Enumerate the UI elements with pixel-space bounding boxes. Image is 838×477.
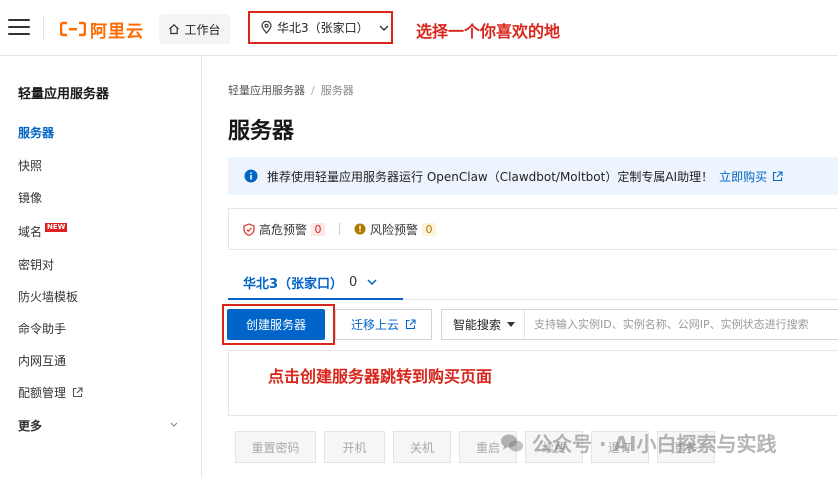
alert-summary: 高危预警 0 风险预警 0 [228,208,838,250]
divider [43,16,44,40]
buy-now-label: 立即购买 [719,169,768,184]
warning-icon [354,223,366,235]
breadcrumb: 轻量应用服务器 / 服务器 [228,82,354,98]
high-risk-alert-count: 0 [311,222,326,236]
migrate-label: 迁移上云 [350,318,399,332]
sidebar-title: 轻量应用服务器 [18,87,110,102]
sidebar-item-label: 服务器 [18,126,55,140]
chevron-down-icon [170,422,178,427]
sidebar-item-servers[interactable]: 服务器 [18,124,54,141]
home-icon [169,23,180,35]
sidebar-item-quota[interactable]: 配额管理 [18,384,83,401]
external-link-icon [405,319,416,330]
annotation-create-server: 点击创建服务器跳转到购买页面 [268,367,493,386]
create-server-button[interactable]: 创建服务器 [227,309,325,340]
chevron-down-icon [379,25,389,31]
start-button[interactable]: 开机 [324,431,385,463]
watermark: 公众号 · AI小白探索与实践 [500,428,776,457]
region-label: 华北3（张家口） [277,21,369,35]
wechat-icon [501,434,523,451]
external-link-icon [72,387,83,398]
search-type-select[interactable]: 智能搜索 [442,310,526,339]
aliyun-logo-icon [60,21,86,37]
sidebar-item-label: 镜像 [18,191,43,205]
sidebar-item-label: 更多 [18,419,43,433]
workbench-label: 工作台 [184,22,221,37]
tab-divider [403,299,838,300]
sidebar-item-keypairs[interactable]: 密钥对 [18,256,54,273]
sidebar-item-snapshots[interactable]: 快照 [18,157,42,174]
sidebar-item-more[interactable]: 更多 [18,417,188,434]
logo-text: 阿里云 [90,21,144,42]
sidebar-item-label: 快照 [18,159,43,173]
region-selector[interactable]: 华北3（张家口） [248,11,393,44]
breadcrumb-current: 服务器 [320,84,354,97]
breadcrumb-separator: / [311,84,315,97]
menu-icon[interactable] [8,19,30,37]
tab-label: 华北3（张家口） [243,276,344,292]
search-type-label: 智能搜索 [453,318,502,332]
reset-password-button[interactable]: 重置密码 [235,431,316,463]
sidebar-item-command-assistant[interactable]: 命令助手 [18,320,66,337]
annotation-select-region: 选择一个你喜欢的地 [416,22,561,41]
page-title: 服务器 [228,119,295,144]
sidebar-item-domains[interactable]: 域名 NEW [18,223,68,240]
sidebar-item-label: 防火墙模板 [18,290,79,304]
aliyun-logo[interactable]: 阿里云 [60,17,144,42]
location-pin-icon [261,21,272,34]
chevron-down-icon [367,279,377,285]
sidebar: 轻量应用服务器 服务器 快照 镜像 域名 NEW 密钥对 防火墙模板 命令助手 … [0,56,202,477]
stop-button[interactable]: 关机 [393,431,451,463]
breadcrumb-item[interactable]: 轻量应用服务器 [228,84,305,97]
high-risk-alert-label[interactable]: 高危预警 [259,221,307,238]
workbench-button[interactable]: 工作台 [159,14,230,44]
sidebar-item-label: 命令助手 [18,322,67,336]
new-badge: NEW [45,223,68,232]
watermark-text: 公众号 · AI小白探索与实践 [532,432,777,456]
search-input[interactable] [525,318,836,331]
divider [339,223,341,235]
smart-search-bar: 智能搜索 [441,309,838,340]
risk-alert-label[interactable]: 风险预警 [370,221,418,238]
sidebar-item-firewall-templates[interactable]: 防火墙模板 [18,288,78,305]
buy-now-link[interactable]: 立即购买 [719,168,783,185]
risk-alert-count: 0 [422,222,437,236]
external-link-icon [773,170,783,181]
sidebar-item-label: 配额管理 [18,386,67,400]
shield-alert-icon [243,222,255,236]
notice-text: 推荐使用轻量应用服务器运行 OpenClaw（Clawdbot/Moltbot）… [267,169,714,184]
tab-region[interactable]: 华北3（张家口） 0 [228,266,403,300]
sidebar-item-intranet[interactable]: 内网互通 [18,352,66,369]
sidebar-item-label: 域名 [18,225,43,239]
promo-notice: 推荐使用轻量应用服务器运行 OpenClaw（Clawdbot/Moltbot）… [228,157,838,195]
migrate-to-cloud-button[interactable]: 迁移上云 [335,309,432,340]
sidebar-item-label: 内网互通 [18,354,67,368]
caret-down-icon [507,322,516,327]
info-icon [244,169,258,183]
sidebar-item-label: 密钥对 [18,258,55,272]
sidebar-item-images[interactable]: 镜像 [18,189,42,206]
tab-count: 0 [349,274,358,290]
top-bar: 阿里云 工作台 华北3（张家口） 选择一个你喜欢的地 [0,0,838,56]
